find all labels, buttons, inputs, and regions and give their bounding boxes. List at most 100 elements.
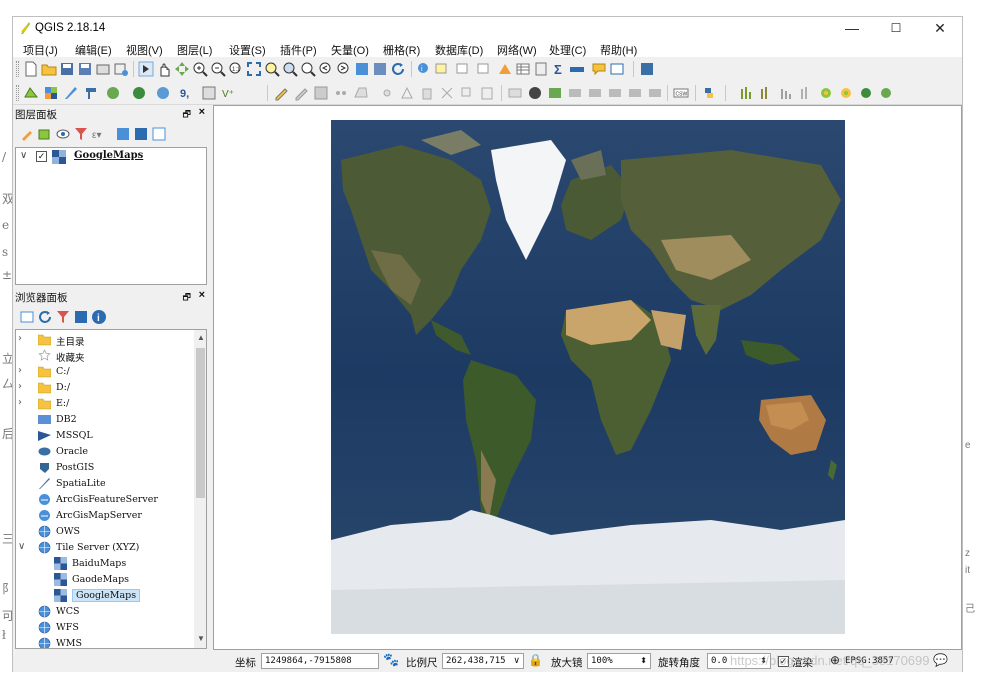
menu-edit[interactable]: 编辑(E) [75,42,112,58]
browser-item-主目录[interactable]: › 主目录 [18,332,198,348]
filter-legend-icon[interactable] [73,126,89,142]
menu-plugins[interactable]: 插件(P) [280,42,317,58]
add-mssql-layer-icon[interactable] [201,85,217,101]
new-shapefile-icon[interactable]: V⁺ [221,85,237,101]
select-by-expression-icon[interactable] [497,61,513,77]
show-hide-labels-icon[interactable] [647,85,663,101]
add-spatialite-layer-icon[interactable] [83,85,99,101]
move-label-icon[interactable] [587,85,603,101]
browser-item-postgis[interactable]: PostGIS [18,460,198,476]
toolbar-grip[interactable] [16,85,19,101]
rotate-label-icon[interactable] [607,85,623,101]
add-vector-layer-icon[interactable] [23,85,39,101]
refresh-icon[interactable] [37,309,53,325]
layer-googlemaps[interactable]: ∨ ✓ GoogleMaps [18,150,198,164]
map-canvas[interactable] [213,105,962,650]
zoom-to-selection-icon[interactable] [264,61,280,77]
maximize-button[interactable]: ☐ [874,17,918,39]
browser-item-baidumaps[interactable]: BaiduMaps [18,556,198,572]
coordinate-field[interactable]: 1249864,-7915808 [261,653,379,669]
add-postgis-layer-icon[interactable] [63,85,79,101]
composer-manager-icon[interactable] [113,61,129,77]
float-panel-icon[interactable]: 🗗 [183,290,191,306]
scroll-up-icon[interactable]: ▲ [197,333,205,342]
collapse-arrow-icon[interactable]: › [18,365,22,376]
deselect-icon[interactable] [476,61,492,77]
close-panel-icon[interactable]: × [199,289,205,301]
add-wms-layer-icon[interactable] [105,85,121,101]
browser-item-spatialite[interactable]: SpatiaLite [18,476,198,492]
refresh-icon[interactable] [390,61,406,77]
toggle-editing-icon[interactable] [293,85,309,101]
print-composer-icon[interactable] [95,61,111,77]
measure-icon[interactable] [569,61,585,77]
style-manager-icon[interactable] [19,126,35,142]
save-layer-edits-icon[interactable] [313,85,329,101]
save-project-icon[interactable] [59,61,75,77]
browser-item-arcgismapserver[interactable]: ArcGisMapServer [18,508,198,524]
scroll-down-icon[interactable]: ▼ [197,634,205,643]
georeferencer-icon[interactable] [778,85,794,101]
menu-web[interactable]: 网络(W) [497,42,537,58]
browser-item-gaodemaps[interactable]: GaodeMaps [18,572,198,588]
browser-item-wms[interactable]: WMS [18,636,198,648]
scroll-thumb[interactable] [196,348,205,498]
browser-item-db2[interactable]: DB2 [18,412,198,428]
menu-settings[interactable]: 设置(S) [229,42,266,58]
browser-item-wfs[interactable]: WFS [18,620,198,636]
collapse-arrow-icon[interactable]: › [18,333,22,344]
zoom-scale-icon[interactable]: 1:1 [228,61,244,77]
help-contents-icon[interactable] [639,61,655,77]
layer-labeling-icon[interactable] [527,85,543,101]
browser-item-ows[interactable]: OWS [18,524,198,540]
info-icon[interactable]: i [91,309,107,325]
add-feature-icon[interactable] [333,85,349,101]
cut-features-icon[interactable] [439,85,455,101]
pan-to-feature-icon[interactable] [174,61,190,77]
new-bookmark-icon[interactable] [354,61,370,77]
zoom-last-icon[interactable] [318,61,334,77]
field-calculator-icon[interactable] [533,61,549,77]
chevron-down-icon[interactable]: ∨ [513,654,520,668]
browser-item-tile-server-xyz[interactable]: ∨ Tile Server (XYZ) [18,540,198,556]
close-panel-icon[interactable]: × [199,106,205,118]
pan-to-selection-icon[interactable] [138,61,154,77]
topology-checker-icon[interactable] [758,85,774,101]
identify-features-icon[interactable]: i [416,61,432,77]
save-as-icon[interactable] [77,61,93,77]
browser-item-googlemaps[interactable]: GoogleMaps [18,588,198,604]
map-tips-icon[interactable] [591,61,607,77]
filter-browser-icon[interactable] [55,309,71,325]
add-point-yellow-icon[interactable] [838,85,854,101]
menu-layer[interactable]: 图层(L) [177,42,212,58]
collapse-arrow-icon[interactable]: › [18,397,22,408]
highlight-labels-icon[interactable] [567,85,583,101]
scale-combobox[interactable]: 262,438,715 ∨ [442,653,524,669]
menu-database[interactable]: 数据库(D) [435,42,483,58]
node-tool-icon[interactable] [399,85,415,101]
open-project-icon[interactable] [41,61,57,77]
zoom-next-icon[interactable] [336,61,352,77]
zoom-native-icon[interactable] [300,61,316,77]
select-by-value-icon[interactable] [455,61,471,77]
open-attribute-table-icon[interactable] [515,61,531,77]
minimize-button[interactable]: — [830,17,874,39]
zoom-in-icon[interactable] [192,61,208,77]
browser-scrollbar[interactable]: ▲ ▼ [194,330,206,648]
python-console-icon[interactable] [701,85,717,101]
browser-item-mssql[interactable]: MSSQL [18,428,198,444]
browser-item-arcgisfeatureserver[interactable]: ArcGisFeatureServer [18,492,198,508]
expand-arrow-icon[interactable]: ∨ [20,150,27,161]
new-project-icon[interactable] [23,61,39,77]
add-wfs-point-icon[interactable] [878,85,894,101]
menu-vector[interactable]: 矢量(O) [331,42,369,58]
add-wfs-layer-icon[interactable] [155,85,171,101]
magnifier-spinbox[interactable]: 100% ⬍ [587,653,651,669]
expand-all-icon[interactable] [115,126,131,142]
current-edits-icon[interactable] [273,85,289,101]
label-toolbar-icon[interactable] [507,85,523,101]
toolbar-grip[interactable] [16,61,19,77]
heatmap-icon[interactable] [798,85,814,101]
paste-features-icon[interactable] [479,85,495,101]
add-point-green-icon[interactable] [818,85,834,101]
